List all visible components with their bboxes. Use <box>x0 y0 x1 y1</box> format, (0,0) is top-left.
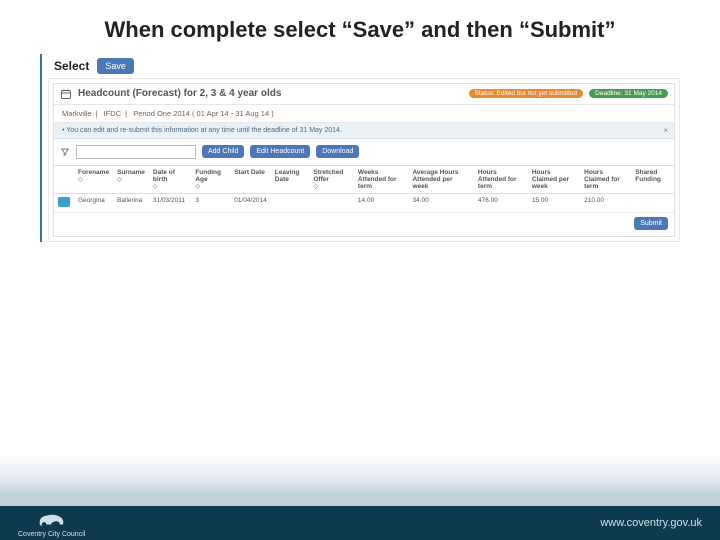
elephant-icon <box>35 509 69 529</box>
table-row[interactable]: Georgina Ballerina 31/03/2011 3 01/04/20… <box>54 193 674 212</box>
col-dob[interactable]: Date of birth◇ <box>149 165 191 193</box>
col-funding-age[interactable]: Funding Age◇ <box>191 165 230 193</box>
org-name: Coventry City Council <box>18 531 85 538</box>
cell-dob: 31/03/2011 <box>149 193 191 212</box>
top-row: Select Save <box>48 54 680 78</box>
col-shared-funding[interactable]: Shared Funding <box>631 165 674 193</box>
panel-header: Headcount (Forecast) for 2, 3 & 4 year o… <box>54 84 674 105</box>
cell-funding-age: 3 <box>191 193 230 212</box>
slide-title: When complete select “Save” and then “Su… <box>0 0 720 54</box>
cell-shared-funding <box>631 193 674 212</box>
col-stretched-offer[interactable]: Stretched Offer◇ <box>309 165 354 193</box>
footer: Coventry City Council www.coventry.gov.u… <box>0 464 720 540</box>
save-button[interactable]: Save <box>97 58 134 74</box>
col-surname[interactable]: Surname◇ <box>113 165 149 193</box>
col-forename[interactable]: Forename◇ <box>74 165 113 193</box>
cell-hours-claimed-term: 210.00 <box>580 193 631 212</box>
cell-start-date: 01/04/2014 <box>230 193 271 212</box>
cell-hours-attended: 476.00 <box>474 193 528 212</box>
period-label: Period One 2014 ( 01 Apr 14 - 31 Aug 14 … <box>133 109 274 118</box>
filter-icon[interactable] <box>60 147 70 157</box>
col-hours-attended[interactable]: Hours Attended for term <box>474 165 528 193</box>
app-panel: Headcount (Forecast) for 2, 3 & 4 year o… <box>48 78 680 242</box>
cell-forename: Georgina <box>74 193 113 212</box>
cell-surname: Ballerina <box>113 193 149 212</box>
org-logo: Coventry City Council <box>18 509 85 538</box>
select-label: Select <box>54 59 89 73</box>
close-icon[interactable]: × <box>663 126 668 135</box>
cell-avg-hours: 34.00 <box>408 193 473 212</box>
col-avg-hours[interactable]: Average Hours Attended per week <box>408 165 473 193</box>
col-weeks-attended[interactable]: Weeks Attended for term <box>354 165 409 193</box>
cell-hours-claimed: 15.00 <box>528 193 580 212</box>
search-input[interactable] <box>76 145 196 159</box>
calendar-icon <box>60 88 72 100</box>
deadline-pill: Deadline: 31 May 2014 <box>589 89 668 98</box>
status-pill: Status: Edited but not yet submitted <box>469 89 584 98</box>
row-edit-icon[interactable] <box>58 197 70 207</box>
panel-title: Headcount (Forecast) for 2, 3 & 4 year o… <box>78 88 463 99</box>
footer-url: www.coventry.gov.uk <box>600 517 702 529</box>
screenshot-stage: Select Save Headcount (Forecast) for 2, … <box>40 54 680 242</box>
cell-weeks-attended: 14.00 <box>354 193 409 212</box>
col-start-date[interactable]: Start Date <box>230 165 271 193</box>
submit-button[interactable]: Submit <box>634 217 668 230</box>
info-text: • You can edit and re-submit this inform… <box>62 127 342 134</box>
table-header-row: Forename◇ Surname◇ Date of birth◇ Fundin… <box>54 165 674 193</box>
col-leaving-date[interactable]: Leaving Date <box>271 165 310 193</box>
add-child-button[interactable]: Add Child <box>202 145 244 158</box>
toolbar: Add Child Edit Headcount Download <box>54 139 674 165</box>
cell-leaving-date <box>271 193 310 212</box>
info-banner: • You can edit and re-submit this inform… <box>54 123 674 139</box>
headcount-table: Forename◇ Surname◇ Date of birth◇ Fundin… <box>54 165 674 213</box>
col-hours-claimed[interactable]: Hours Claimed per week <box>528 165 580 193</box>
panel-subheader: Markville| IFDC| Period One 2014 ( 01 Ap… <box>54 105 674 123</box>
cell-stretched-offer <box>309 193 354 212</box>
col-hours-claimed-term[interactable]: Hours Claimed for term <box>580 165 631 193</box>
type-label: IFDC <box>104 109 122 118</box>
edit-headcount-button[interactable]: Edit Headcount <box>250 145 310 158</box>
org-label: Markville <box>62 109 92 118</box>
download-button[interactable]: Download <box>316 145 359 158</box>
